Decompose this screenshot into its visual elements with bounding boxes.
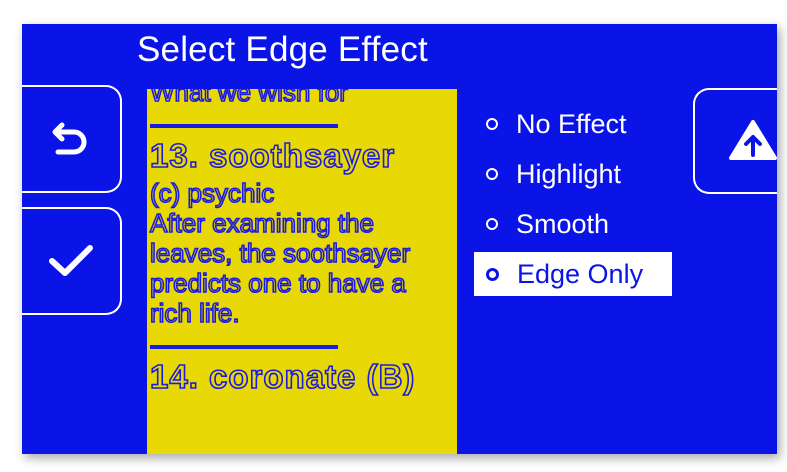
- preview-line: (c) psychic: [149, 177, 275, 209]
- back-icon: [52, 122, 87, 155]
- preview-divider: [150, 344, 338, 349]
- option-smooth[interactable]: Smooth: [474, 202, 672, 246]
- checkmark-icon: [49, 245, 93, 276]
- preview-line: After examining the: [149, 207, 375, 239]
- arrow-up-icon: [729, 120, 777, 160]
- confirm-button[interactable]: [22, 207, 122, 315]
- radio-icon: [486, 218, 498, 230]
- text-preview: What we wish for 13. soothsayer (c) psyc…: [147, 89, 457, 454]
- page-title: Select Edge Effect: [137, 30, 428, 69]
- option-label: Edge Only: [517, 258, 644, 289]
- option-edge-only[interactable]: Edge Only: [474, 252, 672, 296]
- preview-line: 13. soothsayer: [149, 136, 396, 175]
- preview-line: rich life.: [149, 297, 240, 329]
- preview-line: leaves, the soothsayer: [149, 237, 411, 269]
- radio-icon: [486, 118, 498, 130]
- preview-text: What we wish for 13. soothsayer (c) psyc…: [149, 89, 456, 399]
- option-highlight[interactable]: Highlight: [474, 152, 672, 196]
- preview-divider: [150, 123, 338, 128]
- preview-line: 14. coronate (B): [149, 357, 416, 396]
- radio-selected-icon: [486, 267, 499, 281]
- scroll-up-button[interactable]: [693, 88, 777, 194]
- option-label: Smooth: [516, 208, 610, 239]
- edge-effect-screen: Select Edge Effect What we wish for 13. …: [22, 24, 777, 454]
- back-button[interactable]: [22, 85, 122, 193]
- radio-icon: [486, 168, 498, 180]
- option-no-effect[interactable]: No Effect: [474, 102, 672, 146]
- edge-effect-options: No Effect Highlight Smooth Edge Only: [474, 102, 672, 302]
- preview-line: What we wish for: [149, 89, 349, 108]
- option-label: No Effect: [516, 108, 627, 139]
- option-label: Highlight: [516, 158, 622, 189]
- preview-line: predicts one to have a: [149, 267, 406, 299]
